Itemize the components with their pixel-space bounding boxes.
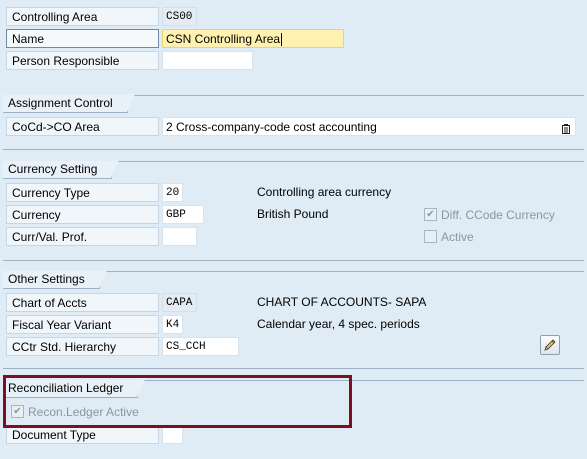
- cocd-co-area-value: 2 Cross-company-code cost accounting: [166, 120, 377, 134]
- currency-description: British Pound: [257, 207, 329, 221]
- cctr-std-hierarchy-label: CCtr Std. Hierarchy: [6, 337, 159, 356]
- curr-val-prof-label: Curr/Val. Prof.: [6, 227, 159, 246]
- edit-hierarchy-button[interactable]: [540, 335, 560, 355]
- active-checkbox[interactable]: Active: [424, 229, 474, 245]
- currency-type-description: Controlling area currency: [257, 185, 392, 199]
- cctr-std-hierarchy-input[interactable]: CS_CCH: [162, 337, 239, 356]
- fiscal-year-variant-input[interactable]: K4: [162, 315, 183, 334]
- chart-of-accts-label: Chart of Accts: [6, 293, 159, 312]
- name-input[interactable]: CSN Controlling Area: [162, 29, 344, 48]
- fiscal-year-variant-label: Fiscal Year Variant: [6, 315, 159, 334]
- person-responsible-label: Person Responsible: [6, 51, 159, 70]
- chart-of-accts-description: CHART OF ACCOUNTS- SAPA: [257, 295, 427, 309]
- person-responsible-input[interactable]: [162, 51, 253, 70]
- currency-label: Currency: [6, 205, 159, 224]
- cocd-co-area-dropdown[interactable]: 2 Cross-company-code cost accounting: [162, 117, 576, 136]
- name-label: Name: [6, 29, 159, 48]
- diff-ccode-currency-label: Diff. CCode Currency: [441, 208, 555, 222]
- cocd-co-area-label: CoCd->CO Area: [6, 117, 159, 136]
- assignment-control-title: Assignment Control: [3, 94, 135, 113]
- diff-ccode-currency-checkbox[interactable]: ✔ Diff. CCode Currency: [424, 207, 555, 223]
- currency-type-input[interactable]: 20: [162, 183, 183, 202]
- highlight-frame: [3, 375, 352, 428]
- checkmark-icon: ✔: [424, 208, 437, 222]
- controlling-area-field: CS00: [162, 7, 197, 26]
- unchecked-box-icon: [424, 230, 437, 244]
- chart-of-accts-field: CAPA: [162, 293, 197, 312]
- other-settings-title: Other Settings: [3, 270, 107, 289]
- active-label: Active: [441, 230, 474, 244]
- text-caret: [281, 33, 283, 47]
- currency-type-label: Currency Type: [6, 183, 159, 202]
- currency-setting-title: Currency Setting: [3, 160, 120, 179]
- fiscal-year-variant-description: Calendar year, 4 spec. periods: [257, 317, 420, 331]
- pencil-icon: [543, 338, 557, 355]
- currency-input[interactable]: GBP: [162, 205, 204, 224]
- list-icon[interactable]: [562, 121, 570, 134]
- controlling-area-label: Controlling Area: [6, 7, 159, 26]
- name-input-value: CSN Controlling Area: [166, 32, 281, 46]
- curr-val-prof-input[interactable]: [162, 227, 197, 246]
